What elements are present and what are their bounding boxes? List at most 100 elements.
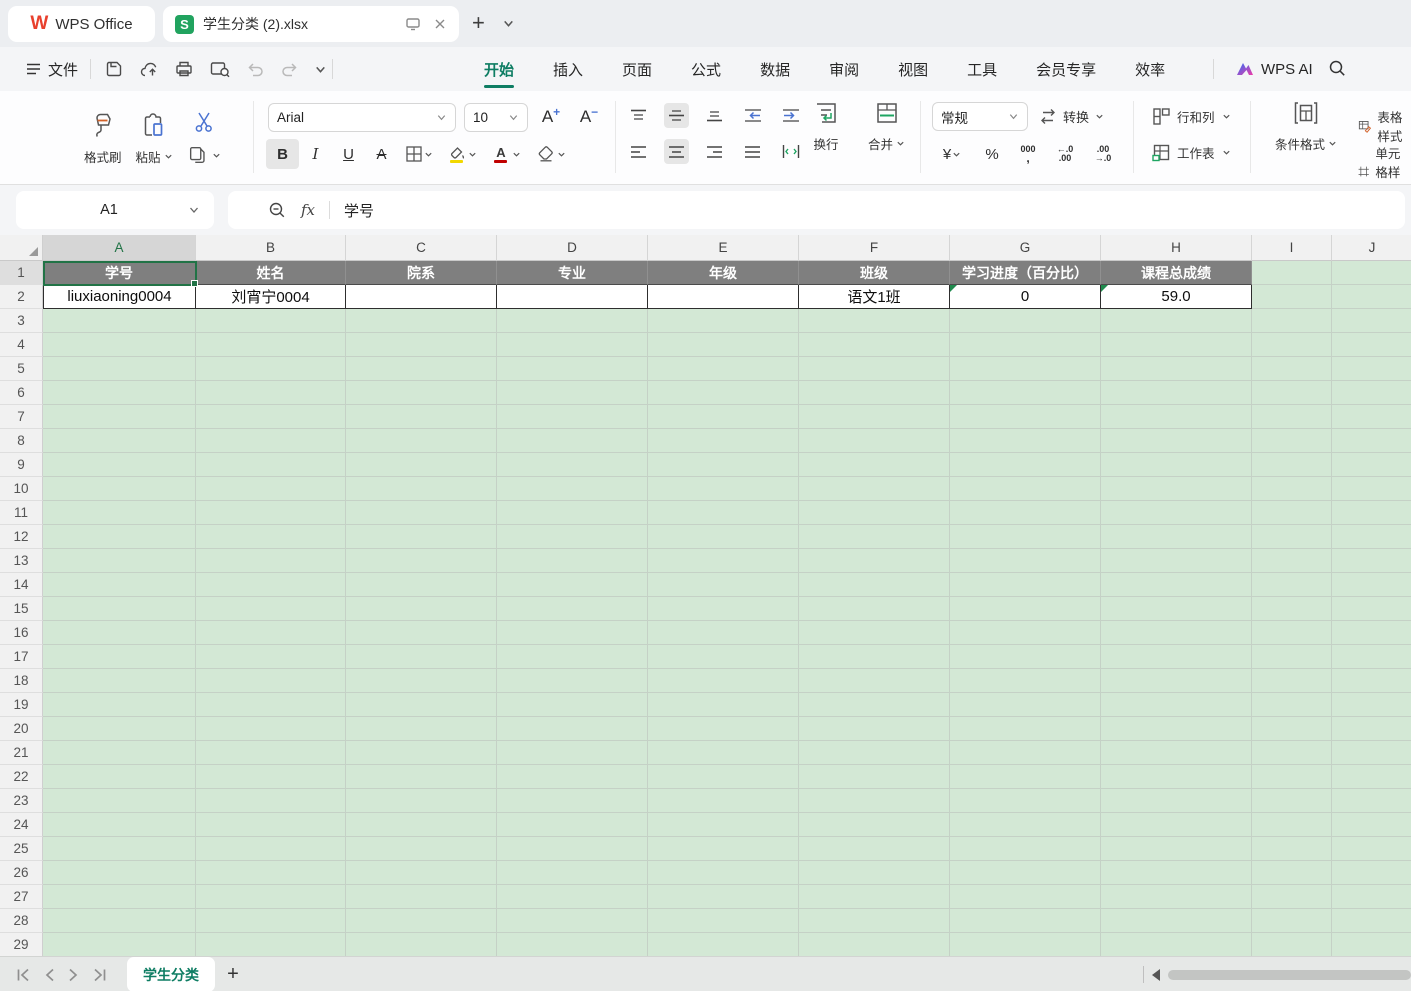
cell-H10[interactable] [1101, 477, 1252, 501]
cell-D7[interactable] [497, 405, 648, 429]
cell-F8[interactable] [799, 429, 950, 453]
merge-cells-button[interactable]: 合并 [868, 99, 905, 153]
cell-F28[interactable] [799, 909, 950, 933]
align-top-button[interactable] [626, 103, 651, 128]
cell-A3[interactable] [43, 309, 196, 333]
column-header-H[interactable]: H [1101, 235, 1252, 261]
row-header-8[interactable]: 8 [0, 429, 43, 453]
cell-J23[interactable] [1332, 789, 1411, 813]
cell-A19[interactable] [43, 693, 196, 717]
cell-A7[interactable] [43, 405, 196, 429]
cell-D27[interactable] [497, 885, 648, 909]
row-header-12[interactable]: 12 [0, 525, 43, 549]
sheet-tab-active[interactable]: 学生分类 [127, 957, 215, 991]
row-header-18[interactable]: 18 [0, 669, 43, 693]
cell-style-button[interactable]: 单元格样式 [1358, 143, 1411, 185]
cell-C23[interactable] [346, 789, 497, 813]
cell-F17[interactable] [799, 645, 950, 669]
column-header-A[interactable]: A [43, 235, 196, 261]
cell-H18[interactable] [1101, 669, 1252, 693]
cell-G11[interactable] [950, 501, 1101, 525]
cell-A15[interactable] [43, 597, 196, 621]
search-icon[interactable] [1328, 59, 1347, 78]
row-header-26[interactable]: 26 [0, 861, 43, 885]
cell-I28[interactable] [1252, 909, 1332, 933]
cell-I10[interactable] [1252, 477, 1332, 501]
cell-H21[interactable] [1101, 741, 1252, 765]
prev-sheet-icon[interactable] [44, 968, 55, 982]
cell-I20[interactable] [1252, 717, 1332, 741]
cell-J20[interactable] [1332, 717, 1411, 741]
cell-C9[interactable] [346, 453, 497, 477]
cell-A9[interactable] [43, 453, 196, 477]
worksheet-button[interactable]: 工作表 [1152, 143, 1231, 162]
cell-I6[interactable] [1252, 381, 1332, 405]
menu-tab-开始[interactable]: 开始 [484, 47, 514, 91]
cell-C26[interactable] [346, 861, 497, 885]
cell-H12[interactable] [1101, 525, 1252, 549]
row-header-21[interactable]: 21 [0, 741, 43, 765]
select-all-corner[interactable] [0, 235, 43, 261]
wps-home-button[interactable]: W WPS Office [8, 6, 155, 42]
print-icon[interactable] [174, 59, 194, 79]
cell-J29[interactable] [1332, 933, 1411, 956]
column-header-C[interactable]: C [346, 235, 497, 261]
menu-tab-视图[interactable]: 视图 [898, 47, 928, 91]
cell-C12[interactable] [346, 525, 497, 549]
font-size-select[interactable]: 10 [464, 103, 528, 132]
borders-button[interactable] [398, 139, 440, 169]
underline-button[interactable]: U [332, 139, 365, 169]
cell-B25[interactable] [196, 837, 346, 861]
cell-B8[interactable] [196, 429, 346, 453]
cell-C18[interactable] [346, 669, 497, 693]
cell-F2[interactable]: 语文1班 [799, 285, 950, 309]
cell-F23[interactable] [799, 789, 950, 813]
row-header-20[interactable]: 20 [0, 717, 43, 741]
cell-D11[interactable] [497, 501, 648, 525]
cell-J24[interactable] [1332, 813, 1411, 837]
cell-I27[interactable] [1252, 885, 1332, 909]
cell-C4[interactable] [346, 333, 497, 357]
cell-F19[interactable] [799, 693, 950, 717]
wps-ai-button[interactable]: WPS AI [1236, 47, 1313, 91]
cell-H27[interactable] [1101, 885, 1252, 909]
cell-H13[interactable] [1101, 549, 1252, 573]
decrease-indent-button[interactable] [740, 103, 765, 128]
cell-H5[interactable] [1101, 357, 1252, 381]
row-header-23[interactable]: 23 [0, 789, 43, 813]
cell-B29[interactable] [196, 933, 346, 956]
cell-F16[interactable] [799, 621, 950, 645]
cell-J27[interactable] [1332, 885, 1411, 909]
cell-B21[interactable] [196, 741, 346, 765]
cell-I22[interactable] [1252, 765, 1332, 789]
cell-J16[interactable] [1332, 621, 1411, 645]
cell-E15[interactable] [648, 597, 799, 621]
cell-J7[interactable] [1332, 405, 1411, 429]
cell-F4[interactable] [799, 333, 950, 357]
cell-J15[interactable] [1332, 597, 1411, 621]
cell-J2[interactable] [1332, 285, 1411, 309]
cell-B28[interactable] [196, 909, 346, 933]
cell-F26[interactable] [799, 861, 950, 885]
cell-F21[interactable] [799, 741, 950, 765]
name-box[interactable]: A1 [16, 191, 214, 229]
row-header-19[interactable]: 19 [0, 693, 43, 717]
row-header-22[interactable]: 22 [0, 765, 43, 789]
cell-H14[interactable] [1101, 573, 1252, 597]
text-orientation-button[interactable] [778, 139, 803, 164]
cell-J14[interactable] [1332, 573, 1411, 597]
row-header-10[interactable]: 10 [0, 477, 43, 501]
cell-I11[interactable] [1252, 501, 1332, 525]
menu-tab-效率[interactable]: 效率 [1135, 47, 1165, 91]
copy-button[interactable] [187, 144, 221, 166]
cell-E26[interactable] [648, 861, 799, 885]
formula-input[interactable]: fx 学号 [228, 191, 1405, 229]
cell-G28[interactable] [950, 909, 1101, 933]
cell-B19[interactable] [196, 693, 346, 717]
cell-A8[interactable] [43, 429, 196, 453]
cell-J25[interactable] [1332, 837, 1411, 861]
paste-button[interactable]: 粘贴 [136, 111, 173, 166]
cell-H4[interactable] [1101, 333, 1252, 357]
cell-G29[interactable] [950, 933, 1101, 956]
cell-A12[interactable] [43, 525, 196, 549]
